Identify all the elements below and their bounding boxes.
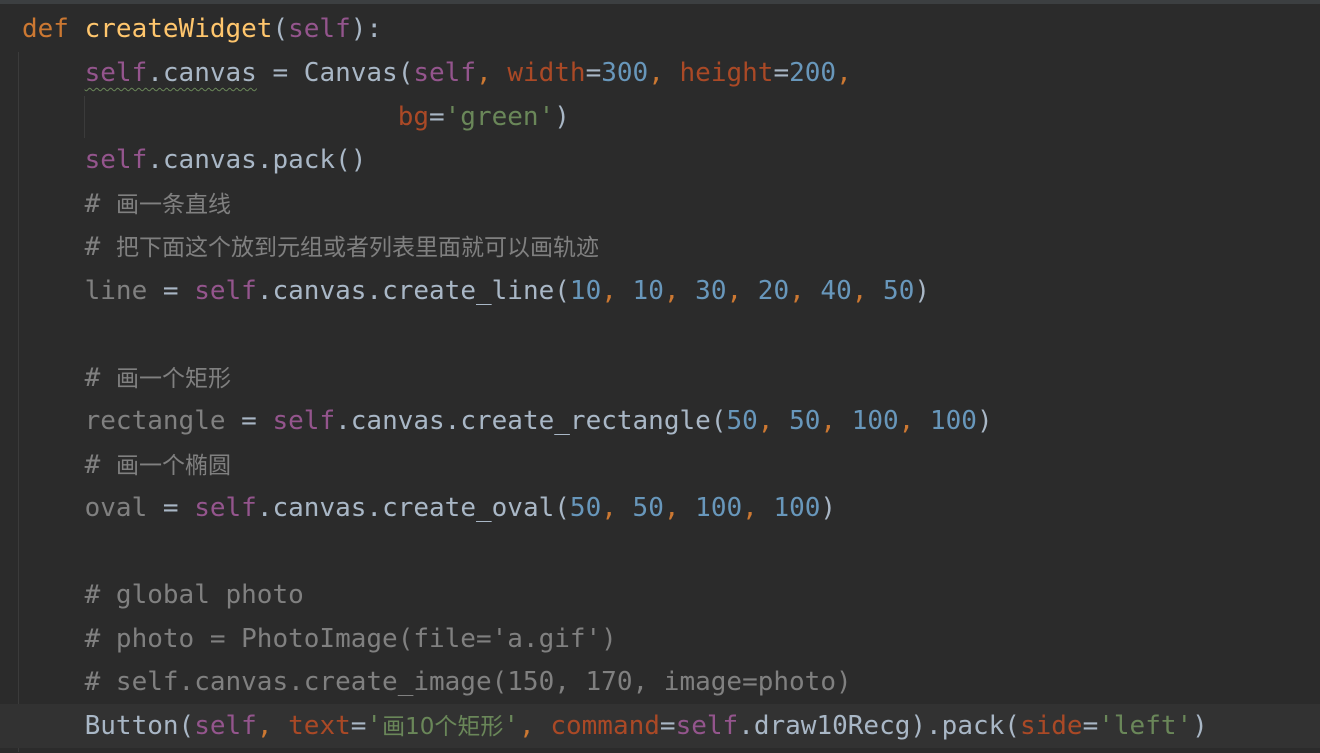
unused-variable: line: [84, 276, 148, 306]
self-param: self: [288, 14, 351, 44]
code-line-17-current[interactable]: Button(self, text='画10个矩形', command=self…: [22, 706, 1208, 746]
button-label-string: 画10个矩形: [382, 714, 504, 740]
code-line-4[interactable]: self.canvas.pack(): [22, 140, 367, 180]
code-line-15-comment[interactable]: # photo = PhotoImage(file='a.gif'): [22, 619, 617, 659]
code-line-11-comment[interactable]: # 画一个椭圆: [22, 445, 231, 485]
code-line-3[interactable]: bg='green'): [22, 97, 570, 137]
self-ref-warning: self: [84, 58, 148, 88]
code-line-14-comment[interactable]: # global photo: [22, 575, 304, 615]
code-line-5-comment[interactable]: # 画一条直线: [22, 184, 231, 224]
indent-guide: [18, 52, 19, 752]
code-line-9-comment[interactable]: # 画一个矩形: [22, 358, 231, 398]
editor-top-border: [0, 0, 1320, 4]
code-line-2[interactable]: self.canvas = Canvas(self, width=300, he…: [22, 53, 852, 93]
code-editor[interactable]: def createWidget(self): self.canvas = Ca…: [0, 0, 1320, 753]
function-name: createWidget: [84, 14, 273, 44]
code-line-10[interactable]: rectangle = self.canvas.create_rectangle…: [22, 401, 993, 441]
unused-variable: rectangle: [84, 406, 226, 436]
code-line-6-comment[interactable]: # 把下面这个放到元组或者列表里面就可以画轨迹: [22, 227, 599, 267]
code-line-12[interactable]: oval = self.canvas.create_oval(50, 50, 1…: [22, 488, 836, 528]
keyword-def: def: [22, 14, 69, 44]
attribute-warning: .canvas: [147, 58, 257, 88]
code-line-7[interactable]: line = self.canvas.create_line(10, 10, 3…: [22, 271, 930, 311]
code-line-16-comment[interactable]: # self.canvas.create_image(150, 170, ima…: [22, 662, 852, 702]
unused-variable: oval: [84, 493, 148, 523]
code-line-1[interactable]: def createWidget(self):: [22, 9, 382, 49]
